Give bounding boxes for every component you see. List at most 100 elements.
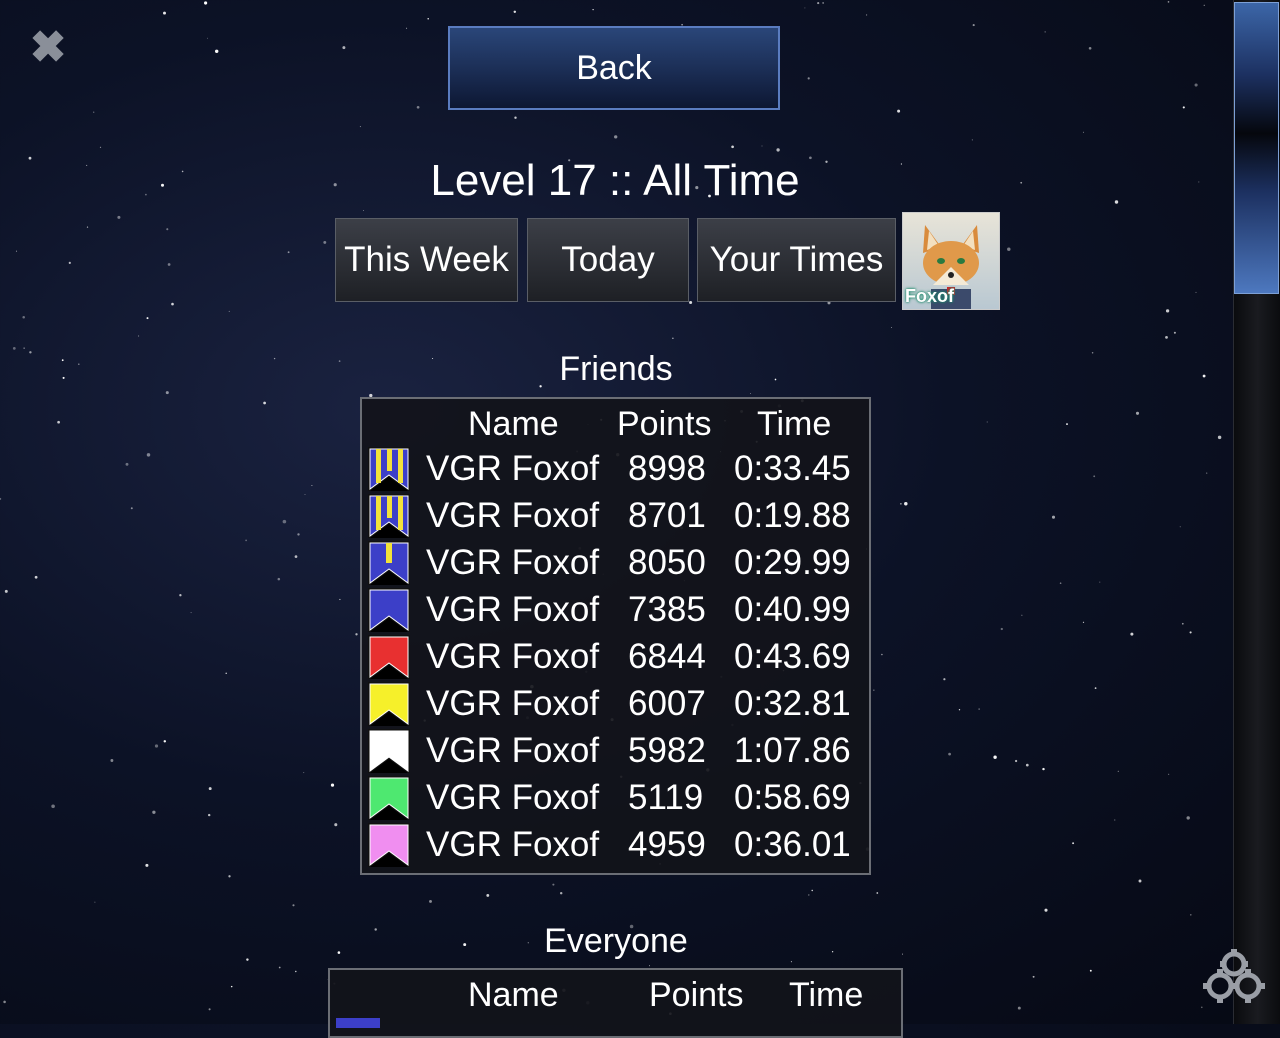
player-points: 6844 [628,637,706,676]
star [214,49,219,54]
player-name: VGR Foxof [426,825,600,864]
star [897,109,901,113]
star [1044,31,1046,33]
star [94,901,96,903]
star [1138,879,1142,883]
star [761,145,763,147]
tab-label: Your Times [709,240,884,279]
star [154,744,159,748]
star [1135,411,1140,415]
star [822,2,824,4]
star [1072,842,1075,845]
star [167,263,171,266]
tab-this-week[interactable]: This Week [335,218,518,302]
column-header-name: Name [468,976,559,1014]
star [876,892,879,894]
star [1091,352,1094,354]
star [359,126,361,128]
settings-gear-icon[interactable] [1198,948,1270,1010]
star [513,10,517,14]
star [294,555,298,558]
star [1014,759,1018,763]
avatar-label: Foxof [905,286,954,306]
star [1173,331,1176,334]
star [1044,908,1048,912]
leaderboard-row[interactable]: VGR Foxof 6844 0:43.69 [362,633,869,680]
star [152,810,156,814]
star [972,24,975,27]
star [672,337,674,339]
star [303,772,305,774]
leaderboard-row[interactable]: VGR Foxof 4959 0:36.01 [362,821,869,868]
player-time: 0:43.69 [734,637,851,676]
star [338,360,341,362]
star [245,539,247,542]
star [943,678,946,681]
star [0,497,2,500]
star [486,893,490,897]
star [337,951,341,954]
star [1007,247,1011,251]
star [61,359,64,362]
leaderboard-row[interactable]: VGR Foxof 8701 0:19.88 [362,492,869,539]
star [311,484,313,487]
star [62,376,65,379]
star [323,240,327,244]
player-time: 0:32.81 [734,684,851,723]
star [23,347,25,349]
star [689,300,693,305]
leaderboard-row[interactable]: VGR Foxof 5982 1:07.86 [362,727,869,774]
star [1032,975,1035,978]
star [374,928,377,931]
star [342,46,346,50]
tab-your-times[interactable]: Your Times [697,218,896,302]
leaderboard-row[interactable]: VGR Foxof 8998 0:33.45 [362,445,869,492]
avatar[interactable]: Foxof [902,212,1000,310]
player-time: 0:29.99 [734,543,851,582]
star [86,226,89,228]
leaderboard-row[interactable]: VGR Foxof 6007 0:32.81 [362,680,869,727]
star [282,519,287,524]
rank-badge-icon [336,1018,380,1028]
player-time: 0:19.88 [734,496,851,535]
star [125,462,129,466]
star [1202,374,1206,378]
leaderboard-row[interactable]: VGR Foxof 7385 0:40.99 [362,586,869,633]
star [51,804,55,809]
star [1082,131,1085,133]
star [808,894,810,896]
player-time: 0:58.69 [734,778,851,817]
star [304,494,306,495]
everyone-section-title: Everyone [544,922,688,960]
star [776,148,780,152]
star [866,14,868,16]
star [1000,627,1003,631]
tab-label: This Week [344,240,509,279]
leaderboard-row[interactable]: VGR Foxof 5119 0:58.69 [362,774,869,821]
player-name: VGR Foxof [426,449,600,488]
star [416,105,420,109]
star [731,145,734,149]
column-header-points: Points [617,405,712,443]
star [1099,581,1101,583]
tab-today[interactable]: Today [527,218,689,302]
star [1130,632,1134,636]
rank-badge-icon [368,776,410,820]
star [166,228,169,231]
leaderboard-row[interactable]: VGR Foxof 8050 0:29.99 [362,539,869,586]
star [1059,582,1062,585]
player-name: VGR Foxof [426,496,600,535]
scrollbar-thumb[interactable] [1234,2,1279,294]
star [179,594,182,597]
close-icon[interactable]: ✖ [28,26,68,70]
back-button[interactable]: Back [448,26,780,110]
player-points: 8998 [628,449,706,488]
star [204,1,208,5]
star [1017,1006,1021,1010]
star [208,787,212,791]
column-header-name: Name [468,405,559,443]
star [1117,770,1119,772]
star [145,193,147,196]
star [993,755,997,759]
star [1167,1,1170,3]
